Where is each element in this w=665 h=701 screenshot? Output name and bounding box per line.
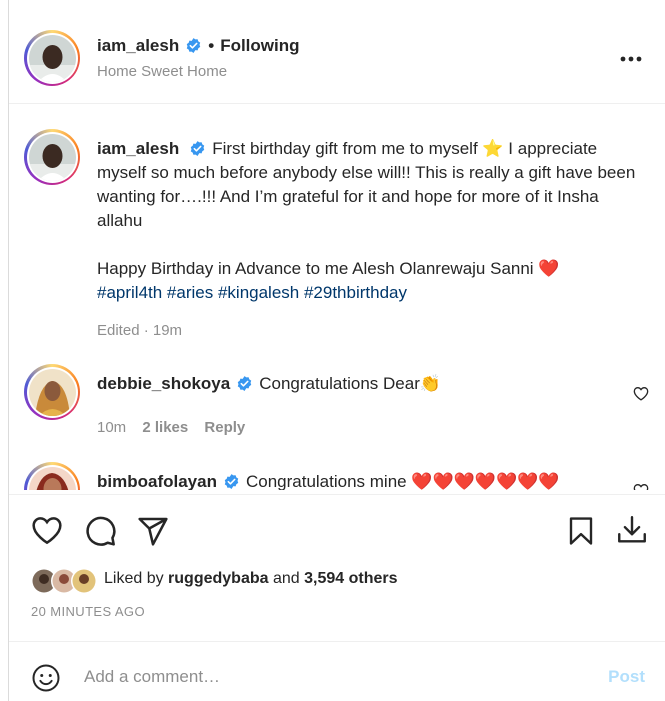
avatar-photo [28,368,76,416]
comment-avatar-debbie[interactable] [24,364,80,420]
comment-time: 10m [97,419,127,436]
liked-by-text: Liked by ruggedybaba and 3,594 others [104,570,398,588]
comment-like-heart-icon[interactable] [633,386,649,401]
avatar-photo [28,34,76,82]
header-separator-dot: • [208,36,215,55]
header-username[interactable]: iam_alesh [97,36,179,55]
add-comment-input[interactable]: Add a comment… [84,667,220,687]
header-avatar[interactable] [24,30,80,86]
header-title-row: iam_alesh • Following [97,36,300,56]
caption-text-second: Happy Birthday in Advance to me Alesh Ol… [97,259,560,278]
save-bookmark-icon[interactable] [568,516,594,546]
location-link[interactable]: Home Sweet Home [97,63,227,80]
comment-text: Congratulations mine ❤️❤️❤️❤️❤️❤️❤️ [245,472,560,491]
comment-bubble-icon[interactable] [85,515,117,547]
like-heart-icon[interactable] [31,515,63,545]
comment-username[interactable]: debbie_shokoya [97,374,230,393]
post-caption: iam_alesh First birthday gift from me to … [97,137,645,343]
comments-divider [9,494,665,495]
verified-badge-icon [224,474,239,489]
verified-badge-icon [191,141,205,156]
caption-hashtags[interactable]: #april4th #aries #kingalesh #29thbirthda… [97,281,645,305]
comment-text: Congratulations Dear👏 [259,374,442,393]
liked-by-and: and [272,570,300,587]
download-icon[interactable] [615,513,649,547]
panel-left-border [8,0,9,701]
post-timestamp[interactable]: 20 MINUTES AGO [31,604,145,619]
comment-row-debbie: debbie_shokoya Congratulations Dear👏 [97,374,441,394]
comment-reply-button[interactable]: Reply [204,419,245,436]
stacked-avatars [31,568,97,594]
more-options-icon[interactable] [619,55,643,63]
likes-count-link[interactable]: 3,594 others [304,570,397,587]
verified-badge-icon [237,376,252,391]
liked-by-user-link[interactable]: ruggedybaba [168,570,268,587]
liked-by-prefix: Liked by [104,570,164,587]
comment-row-bimbo: bimboafolayan Congratulations mine ❤️❤️❤️… [97,472,560,492]
following-button[interactable]: Following [220,36,299,55]
add-comment-divider [9,641,665,642]
avatar-photo [28,133,76,181]
post-panel [8,0,665,701]
comment-meta-debbie: 10m 2 likes Reply [97,419,245,436]
comments-scroll-clip [9,490,665,502]
verified-badge-icon [187,38,201,53]
emoji-smiley-icon[interactable] [31,663,61,693]
caption-avatar[interactable] [24,129,80,185]
comment-likes-count[interactable]: 2 likes [142,419,188,436]
liked-by-avatars[interactable] [30,567,100,595]
caption-username[interactable]: iam_alesh [97,139,179,158]
caption-edited-time: Edited · 19m [97,322,183,339]
comment-username[interactable]: bimboafolayan [97,472,217,491]
header-divider [9,103,665,104]
share-send-icon[interactable] [137,515,169,547]
post-comment-button[interactable]: Post [608,667,645,687]
